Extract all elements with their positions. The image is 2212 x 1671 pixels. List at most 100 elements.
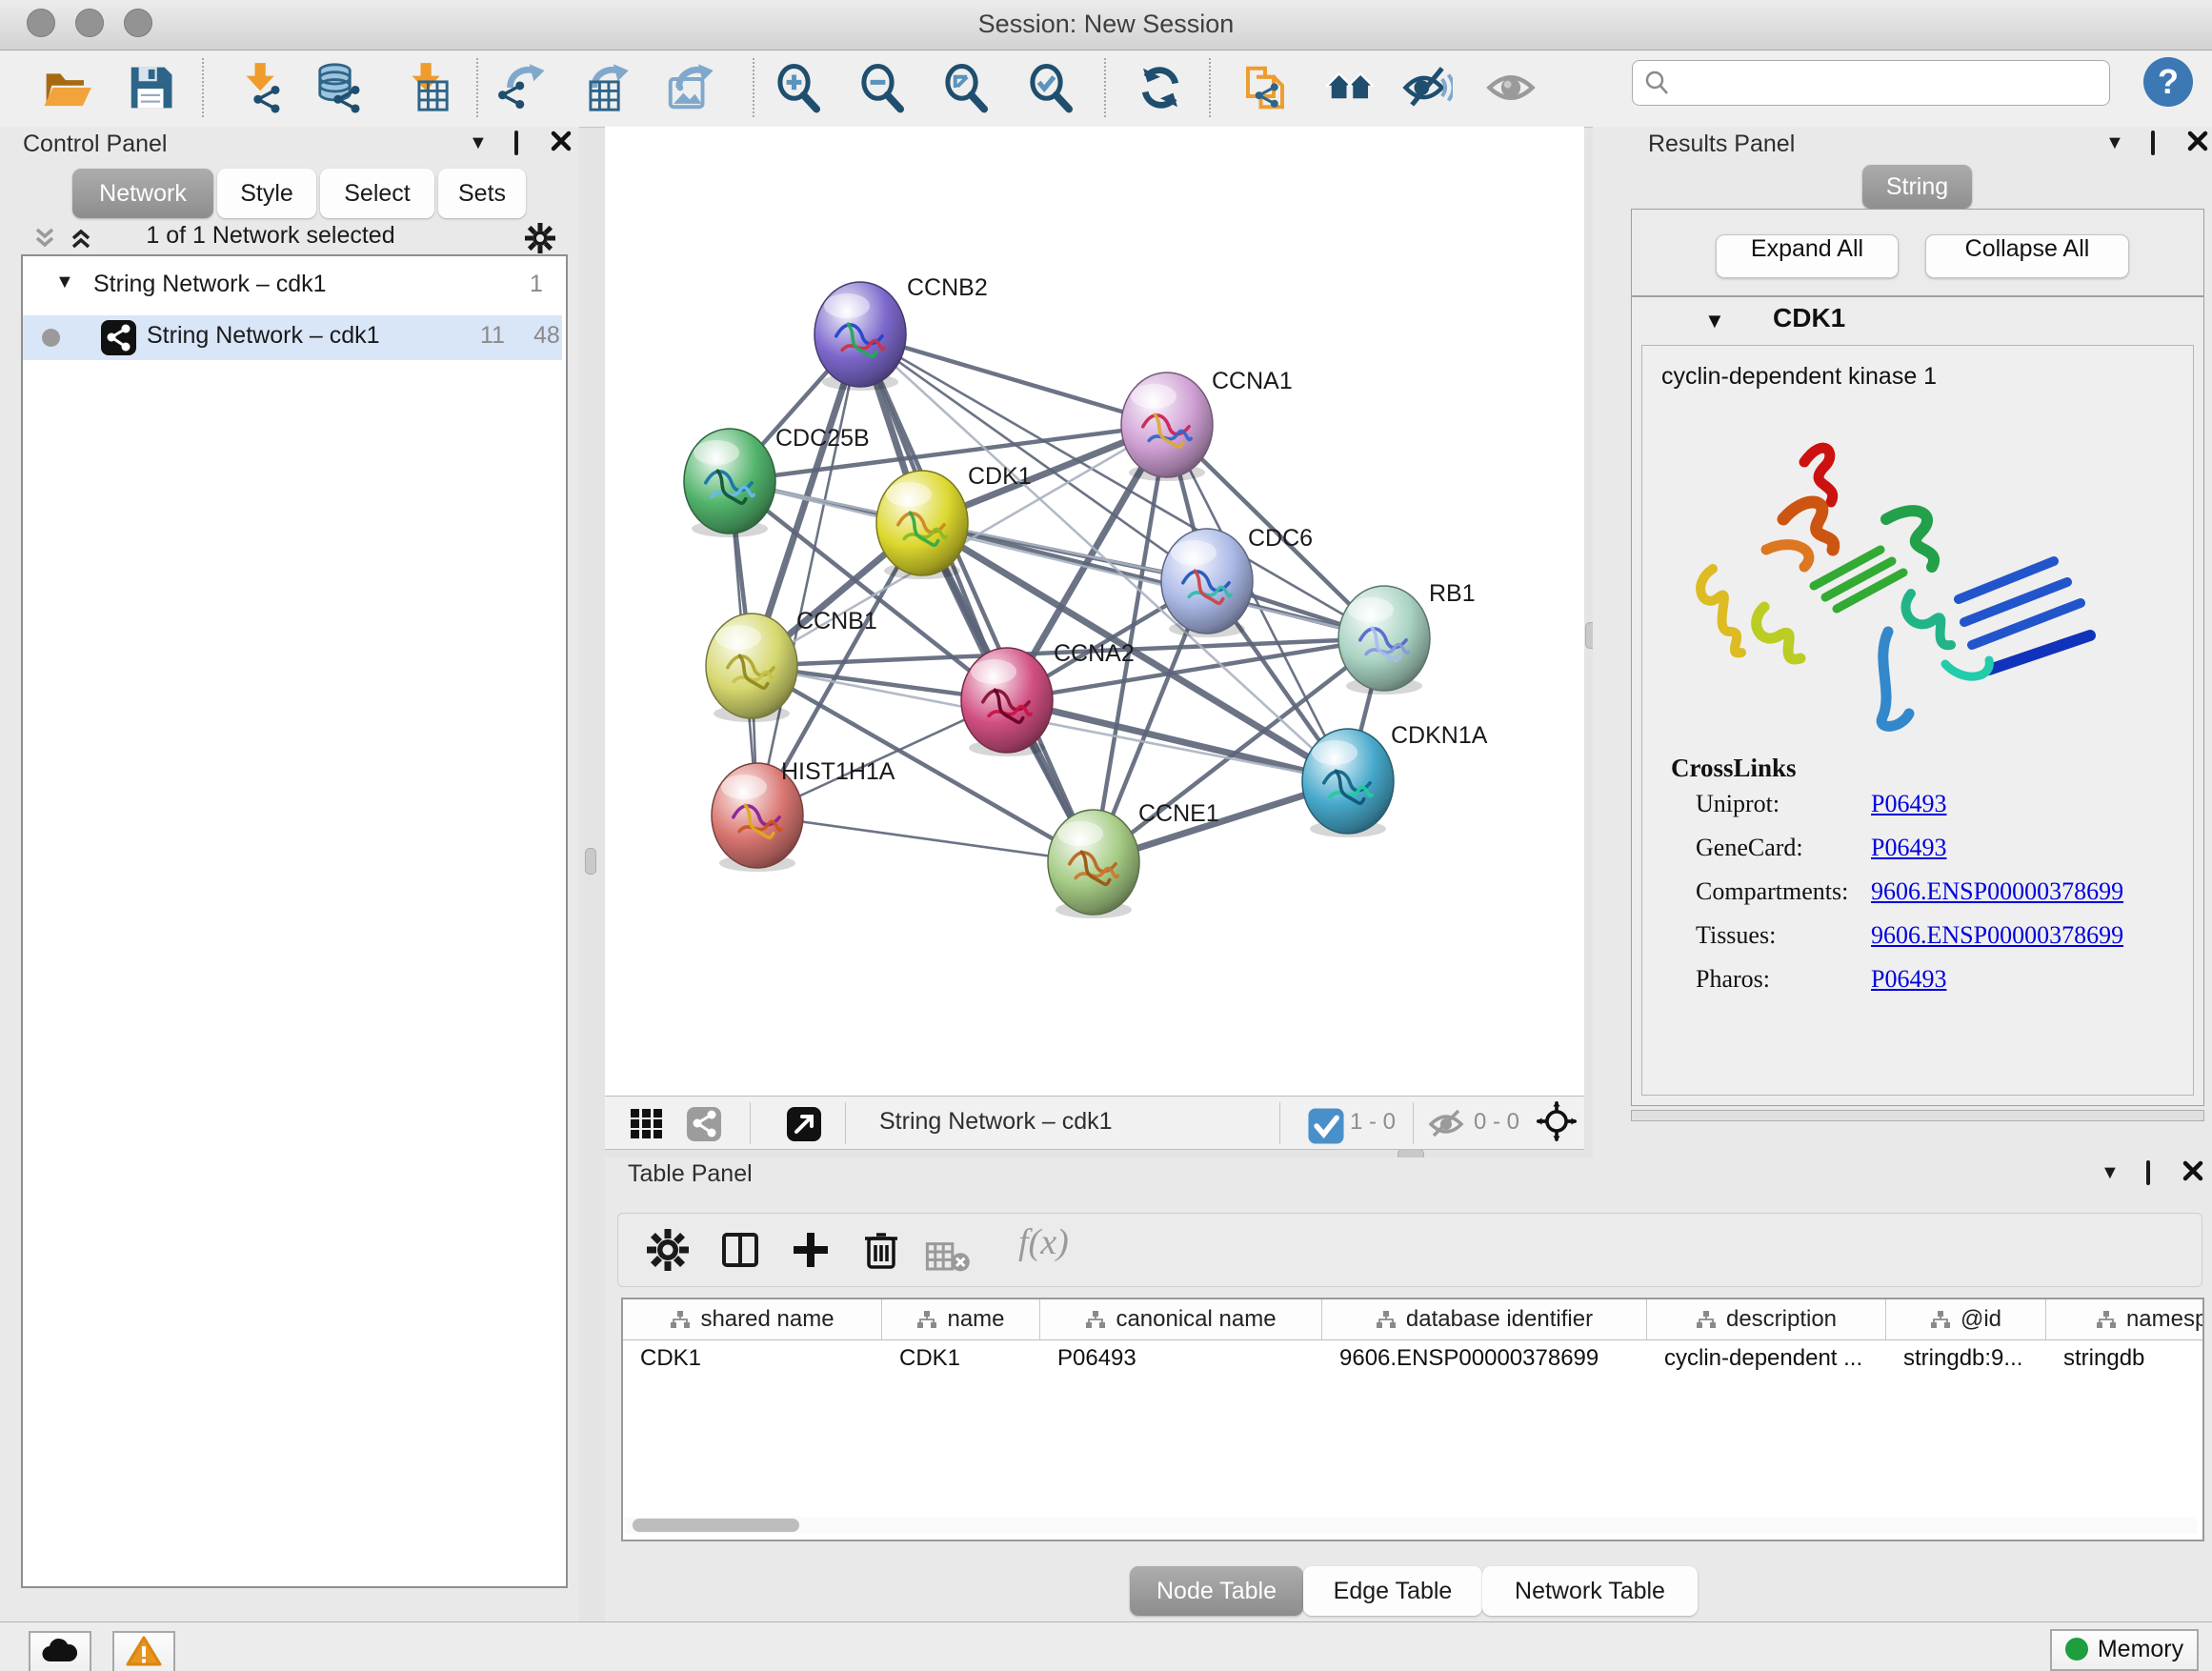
edge-CCNB2-CCNE1[interactable] [860, 334, 1094, 862]
import-database-icon[interactable] [313, 62, 365, 113]
search-box[interactable] [1632, 60, 2110, 106]
crosslink-label: Compartments: [1696, 877, 1848, 905]
scrollbar-thumb[interactable] [633, 1519, 799, 1532]
collection-disclosure-triangle[interactable]: ▼ [55, 272, 74, 293]
column-header-databaseidentifier[interactable]: database identifier [1322, 1299, 1647, 1340]
node-HIST1H1A[interactable]: HIST1H1A [712, 758, 895, 872]
add-column-icon[interactable] [788, 1227, 834, 1273]
gene-disclosure-triangle[interactable]: ▼ [1704, 309, 1725, 333]
node-CDK1[interactable]: CDK1 [876, 463, 1032, 579]
network-row-selected[interactable]: String Network – cdk1 11 48 [23, 315, 562, 360]
results-panel-title: Results Panel [1648, 131, 1795, 158]
save-session-icon[interactable] [125, 62, 176, 113]
tab-node-table[interactable]: Node Table [1130, 1566, 1303, 1616]
edge-HIST1H1A-CCNE1[interactable] [757, 815, 1094, 862]
export-network-icon[interactable] [497, 62, 549, 113]
zoom-fit-icon[interactable] [940, 62, 992, 113]
node-CCNA2[interactable]: CCNA2 [961, 640, 1135, 756]
selected-checkbox-icon[interactable] [1306, 1106, 1338, 1138]
node-CDKN1A[interactable]: CDKN1A [1302, 722, 1488, 837]
float-table-icon[interactable] [2146, 1162, 2150, 1184]
help-button[interactable]: ? [2143, 57, 2193, 107]
birds-eye-view-icon[interactable] [1537, 1101, 1580, 1145]
float-results-icon[interactable] [2151, 132, 2155, 154]
zoom-selected-icon[interactable] [1025, 62, 1076, 113]
show-columns-icon[interactable] [717, 1227, 763, 1273]
show-all-icon[interactable] [1485, 62, 1537, 113]
column-header-id[interactable]: @id [1886, 1299, 2046, 1340]
warnings-button[interactable] [112, 1631, 175, 1671]
tab-style[interactable]: Style [217, 169, 316, 218]
node-CDC6[interactable]: CDC6 [1161, 525, 1313, 637]
table-horizontal-scrollbar[interactable] [625, 1517, 2197, 1534]
table-cell[interactable]: P06493 [1057, 1339, 1316, 1378]
memory-button[interactable]: Memory [2050, 1629, 2199, 1671]
copy-network-share-icon[interactable] [1239, 62, 1291, 113]
close-table-icon[interactable] [2182, 1160, 2203, 1187]
tab-edge-table[interactable]: Edge Table [1303, 1566, 1482, 1616]
crosslink-link[interactable]: P06493 [1871, 965, 1946, 994]
tab-network-table[interactable]: Network Table [1482, 1566, 1698, 1616]
import-table-icon[interactable] [399, 62, 451, 113]
table-cell[interactable]: stringdb [2063, 1339, 2204, 1378]
export-image-icon[interactable] [664, 62, 715, 113]
zoom-out-icon[interactable] [856, 62, 908, 113]
gene-section-header[interactable]: ▼ CDK1 [1632, 297, 2203, 343]
collapse-all-button[interactable]: Collapse All [1925, 234, 2129, 278]
close-panel-icon[interactable] [551, 131, 572, 157]
home-view-icon[interactable] [1325, 62, 1377, 113]
node-label-CCNB2: CCNB2 [907, 274, 988, 301]
edge-CCNB2-CCNA1[interactable] [860, 334, 1167, 425]
import-network-icon[interactable] [233, 62, 285, 113]
column-header-sharedname[interactable]: shared name [623, 1299, 882, 1340]
export-table-icon[interactable] [579, 62, 631, 113]
node-CCNE1[interactable]: CCNE1 [1048, 800, 1219, 918]
collapse-panel-icon[interactable]: ▼ [469, 132, 488, 154]
crosslink-link[interactable]: 9606.ENSP00000378699 [1871, 877, 2123, 906]
crosslink-link[interactable]: P06493 [1871, 834, 1946, 862]
table-cell[interactable]: CDK1 [899, 1339, 1034, 1378]
edge-CCNB2-HIST1H1A[interactable] [757, 334, 860, 815]
tab-string[interactable]: String [1862, 165, 1972, 209]
column-header-namespace[interactable]: namespace [2046, 1299, 2204, 1340]
warning-icon [126, 1636, 162, 1666]
hidden-eye-icon[interactable] [1426, 1103, 1466, 1143]
close-results-icon[interactable] [2187, 131, 2208, 157]
results-buttons-box: Expand All Collapse All [1631, 209, 2204, 296]
float-panel-icon[interactable] [514, 132, 518, 154]
table-cell[interactable]: CDK1 [640, 1339, 875, 1378]
grid-view-icon[interactable] [627, 1103, 667, 1143]
network-canvas[interactable]: CCNB2CCNA1CDC25BCDK1CDC6RB1CCNB1CCNA2CDK… [605, 127, 1584, 1096]
search-input[interactable] [1679, 65, 2101, 101]
tab-sets[interactable]: Sets [438, 169, 526, 218]
column-header-canonicalname[interactable]: canonical name [1040, 1299, 1322, 1340]
node-RB1[interactable]: RB1 [1338, 580, 1476, 695]
cloud-status-button[interactable] [29, 1631, 91, 1671]
crosslink-link[interactable]: 9606.ENSP00000378699 [1871, 921, 2123, 950]
collapse-table-icon[interactable]: ▼ [2101, 1162, 2120, 1184]
table-cell[interactable]: 9606.ENSP00000378699 [1339, 1339, 1640, 1378]
refresh-view-icon[interactable] [1135, 62, 1186, 113]
column-header-name[interactable]: name [882, 1299, 1040, 1340]
collapse-results-icon[interactable]: ▼ [2105, 132, 2124, 154]
network-collection-row[interactable]: ▼ String Network – cdk1 1 [23, 264, 562, 309]
network-share-view-icon[interactable] [684, 1103, 724, 1143]
zoom-in-icon[interactable] [773, 62, 824, 113]
table-settings-gear-icon[interactable] [645, 1227, 691, 1273]
open-session-icon[interactable] [41, 62, 92, 113]
tab-network[interactable]: Network [72, 169, 213, 218]
hide-selected-icon[interactable] [1401, 62, 1453, 113]
node-CCNB1[interactable]: CCNB1 [706, 608, 877, 722]
table-cell[interactable]: cyclin-dependent ... [1664, 1339, 1880, 1378]
tab-select[interactable]: Select [320, 169, 434, 218]
delete-column-icon[interactable] [858, 1227, 904, 1273]
edge-CCNA2-CDKN1A[interactable] [1007, 700, 1348, 781]
column-header-description[interactable]: description [1647, 1299, 1886, 1340]
expand-all-button[interactable]: Expand All [1716, 234, 1899, 278]
detach-view-icon[interactable] [784, 1103, 824, 1143]
network-selection-row: 1 of 1 Network selected [0, 222, 579, 256]
crosslink-link[interactable]: P06493 [1871, 790, 1946, 818]
table-cell[interactable]: stringdb:9... [1903, 1339, 2040, 1378]
left-splitter-handle[interactable] [585, 848, 596, 875]
next-gene-section-collapsed[interactable] [1631, 1110, 2204, 1121]
